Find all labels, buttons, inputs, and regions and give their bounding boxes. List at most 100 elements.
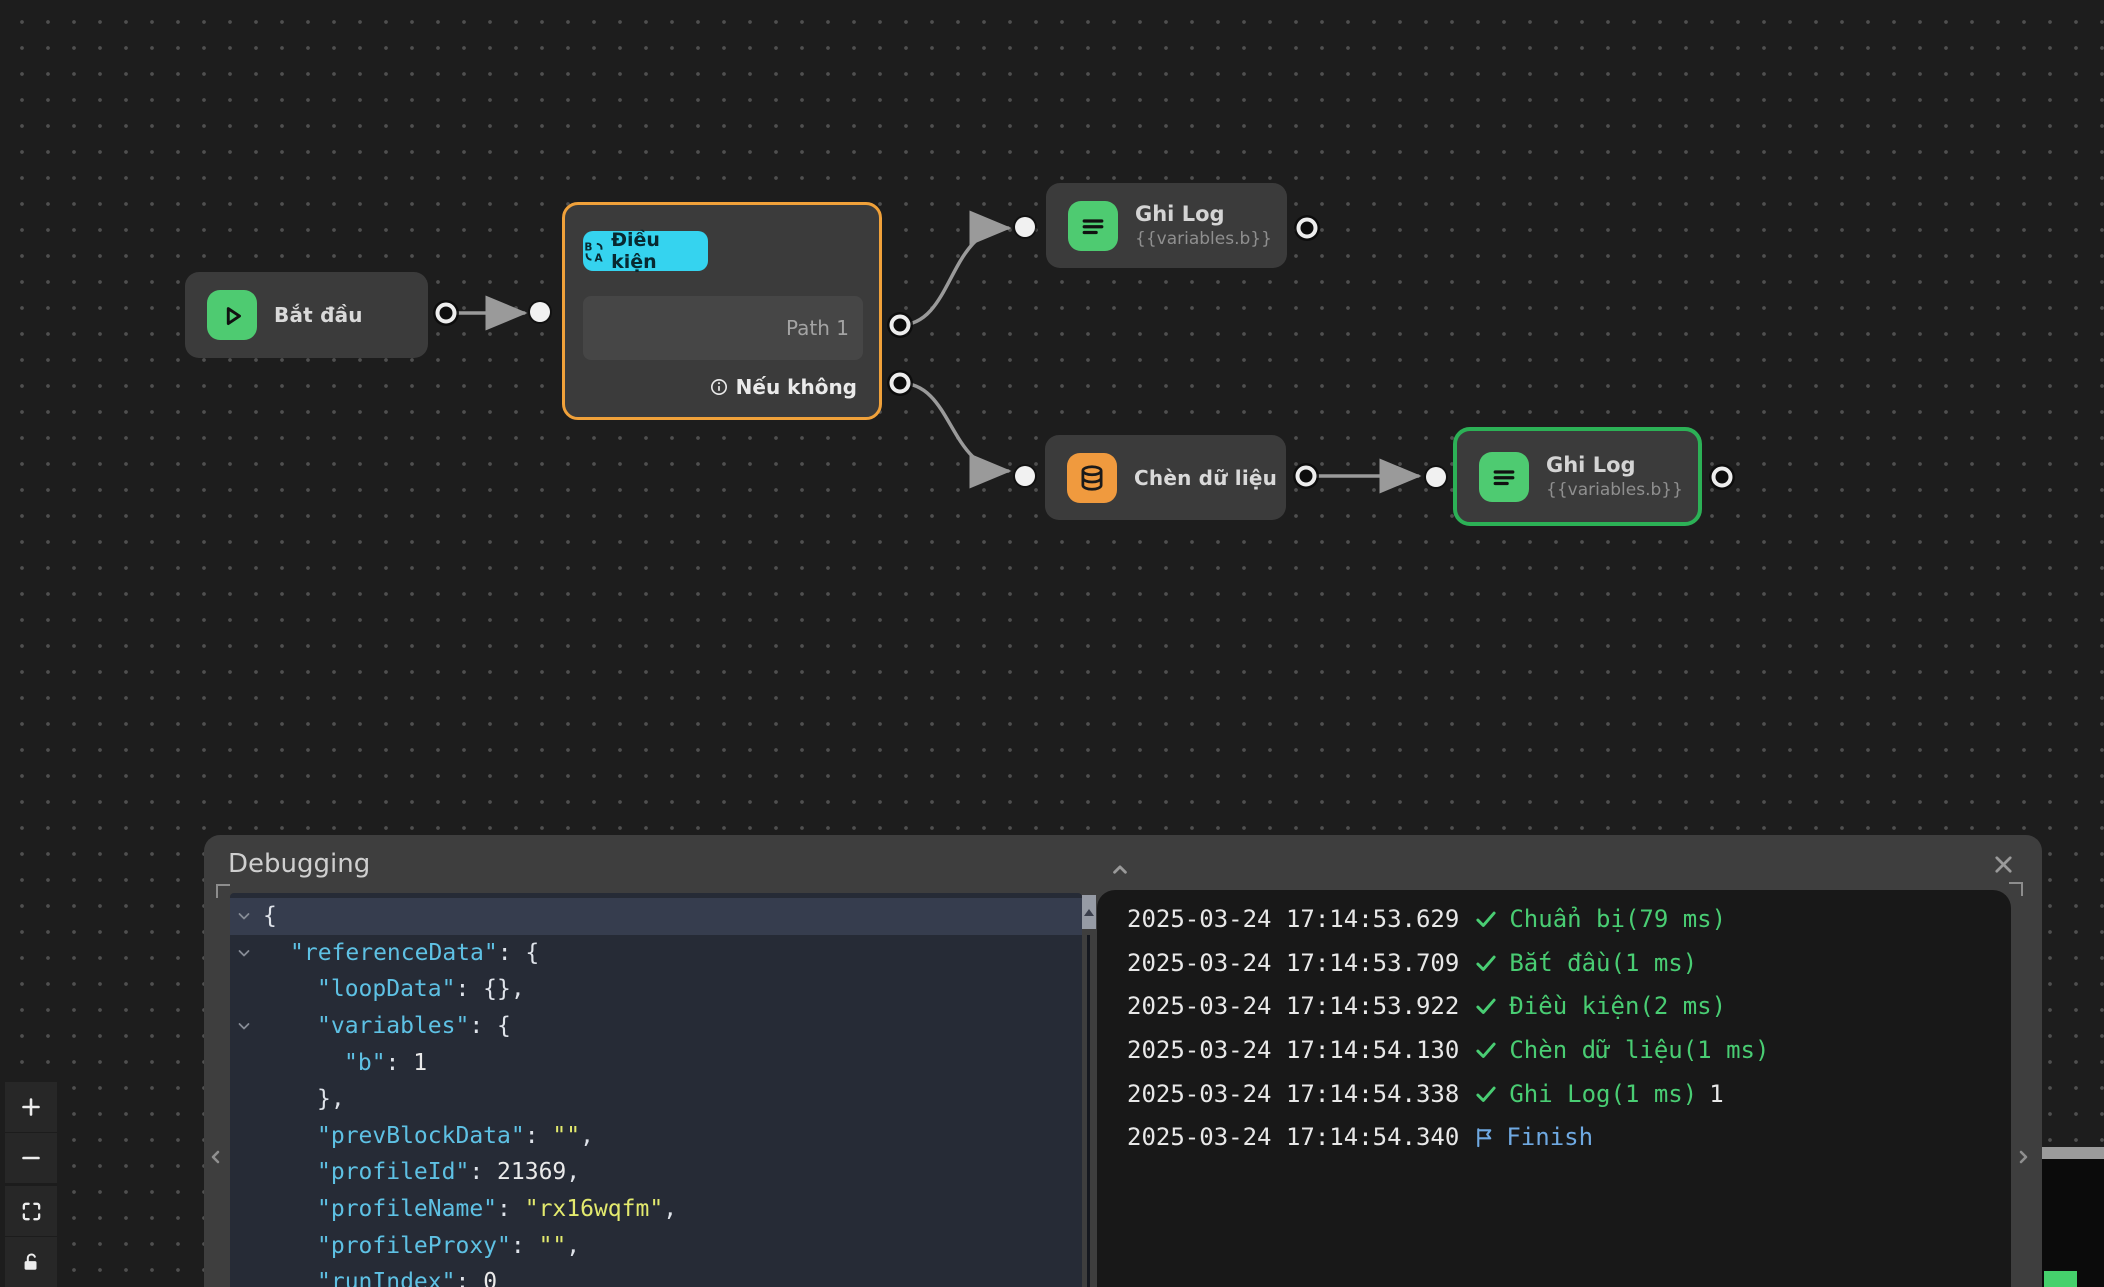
json-line[interactable]: { — [230, 898, 1082, 935]
log-entry[interactable]: 2025-03-24 17:14:54.340Finish — [1127, 1115, 2011, 1159]
log-label: Điều kiện(2 ms) — [1509, 992, 1726, 1020]
debug-panel: Debugging {"referenceData": {"loopData":… — [204, 835, 2042, 1287]
port-log2-output[interactable] — [1712, 467, 1733, 488]
json-line[interactable]: "prevBlockData": "", — [230, 1118, 1082, 1155]
close-icon — [1990, 851, 2017, 878]
json-line[interactable]: "loopData": {}, — [230, 971, 1082, 1008]
node-log-1-title: Ghi Log — [1135, 202, 1272, 226]
node-start[interactable]: Bắt đầu — [185, 272, 428, 358]
node-log-2-title: Ghi Log — [1546, 453, 1683, 477]
checkmark-icon — [1473, 1081, 1499, 1107]
json-panel-resize-corner[interactable] — [216, 884, 230, 898]
mini-window-green-block — [2044, 1271, 2077, 1287]
log-timestamp: 2025-03-24 17:14:54.130 — [1127, 1036, 1459, 1064]
execution-log[interactable]: 2025-03-24 17:14:53.629Chuẩn bị(79 ms)20… — [1097, 890, 2011, 1287]
node-log-2-subtitle: {{variables.b}} — [1546, 480, 1683, 500]
port-start-output[interactable] — [436, 303, 457, 324]
log-timestamp: 2025-03-24 17:14:54.338 — [1127, 1080, 1459, 1108]
json-code: }, — [230, 1086, 345, 1112]
panel-scroll-right-button[interactable] — [2010, 1144, 2036, 1170]
port-condition-input[interactable] — [530, 302, 550, 322]
json-scrollbar[interactable] — [1082, 893, 1096, 1287]
mini-window-titlebar[interactable] — [2042, 1147, 2104, 1159]
port-condition-else-output[interactable] — [890, 373, 911, 394]
port-log2-input[interactable] — [1426, 467, 1446, 487]
node-insert-data[interactable]: Chèn dữ liệu — [1045, 435, 1286, 520]
node-condition[interactable]: B A Điều kiện Path 1 Nếu không — [562, 202, 882, 420]
json-line[interactable]: }, — [230, 1081, 1082, 1118]
workflow-editor: Bắt đầu B A Điều kiện Path 1 — [0, 0, 2104, 1287]
json-viewer[interactable]: { "referenceData": { "loopData": {}, "varia… — [230, 893, 1082, 1287]
collapse-chevron-icon[interactable] — [236, 1018, 252, 1034]
unlock-icon — [20, 1251, 42, 1273]
log-entry[interactable]: 2025-03-24 17:14:54.338 Ghi Log(1 ms) 1 — [1127, 1072, 2011, 1116]
checkmark-icon — [1473, 950, 1499, 976]
log-entry[interactable]: 2025-03-24 17:14:53.629Chuẩn bị(79 ms) — [1127, 897, 2011, 941]
node-log-1-subtitle: {{variables.b}} — [1135, 229, 1272, 249]
condition-else-row[interactable]: Nếu không — [710, 375, 857, 399]
node-log-2-selected[interactable]: Ghi Log {{variables.b}} — [1453, 427, 1702, 526]
condition-path-label: Path 1 — [786, 316, 849, 340]
json-line[interactable]: "referenceData": { — [230, 935, 1082, 972]
collapse-chevron-icon[interactable] — [236, 908, 252, 924]
condition-path-row[interactable]: Path 1 — [583, 296, 863, 360]
zoom-out-button[interactable] — [5, 1133, 57, 1184]
json-code: "referenceData": { — [230, 940, 539, 966]
chevron-right-icon — [2011, 1145, 2035, 1169]
json-line[interactable]: "profileProxy": "", — [230, 1227, 1082, 1264]
log-label: Finish — [1506, 1123, 1593, 1151]
condition-badge-label: Điều kiện — [611, 229, 708, 273]
log-label: Chèn dữ liệu(1 ms) — [1509, 1036, 1769, 1064]
json-code: "loopData": {}, — [230, 976, 525, 1002]
log-label: Bắt đầu(1 ms) — [1509, 949, 1697, 977]
port-insert-input[interactable] — [1015, 466, 1035, 486]
edge-condition-to-insert[interactable] — [900, 383, 1008, 471]
port-condition-path1-output[interactable] — [890, 315, 911, 336]
collapse-panel-button[interactable] — [1103, 852, 1137, 886]
collapse-chevron-icon[interactable] — [236, 945, 252, 961]
triangle-up-icon — [1084, 909, 1094, 916]
node-start-title: Bắt đầu — [274, 303, 363, 327]
scroll-up-button[interactable] — [1082, 895, 1096, 929]
list-lines-icon — [1479, 452, 1529, 502]
list-lines-icon — [1068, 201, 1118, 251]
condition-badge[interactable]: B A Điều kiện — [583, 231, 708, 271]
close-panel-button[interactable] — [1986, 847, 2020, 881]
log-entry[interactable]: 2025-03-24 17:14:54.130 Chèn dữ liệu(1 ms… — [1127, 1028, 2011, 1072]
chevron-left-icon — [204, 1145, 228, 1169]
svg-text:A: A — [594, 252, 603, 262]
fit-view-icon — [20, 1200, 43, 1223]
json-line[interactable]: "profileId": 21369, — [230, 1154, 1082, 1191]
fit-view-button[interactable] — [5, 1186, 57, 1237]
ab-branch-icon: B A — [583, 240, 605, 263]
json-code: "profileId": 21369, — [230, 1159, 580, 1185]
panel-scroll-left-button[interactable] — [203, 1144, 229, 1170]
json-code: "variables": { — [230, 1013, 511, 1039]
log-entry[interactable]: 2025-03-24 17:14:53.709 Bắt đầu(1 ms) — [1127, 941, 2011, 985]
port-log1-output[interactable] — [1297, 218, 1318, 239]
condition-else-label: Nếu không — [736, 375, 857, 399]
log-panel-resize-corner[interactable] — [2009, 882, 2023, 896]
svg-text:B: B — [584, 241, 592, 253]
json-rows: { "referenceData": { "loopData": {}, "varia… — [230, 893, 1082, 1287]
json-line[interactable]: "profileName": "rx16wqfm", — [230, 1191, 1082, 1228]
zoom-in-button[interactable] — [5, 1082, 57, 1133]
log-timestamp: 2025-03-24 17:14:53.629 — [1127, 905, 1459, 933]
json-line[interactable]: "runIndex": 0 — [230, 1264, 1082, 1287]
lock-toggle-button[interactable] — [5, 1237, 57, 1287]
port-insert-output[interactable] — [1296, 466, 1317, 487]
log-timestamp: 2025-03-24 17:14:53.922 — [1127, 992, 1459, 1020]
log-extra-value: 1 — [1709, 1080, 1723, 1108]
docked-window-preview[interactable] — [2042, 1147, 2104, 1287]
json-line[interactable]: "b": 1 — [230, 1044, 1082, 1081]
log-timestamp: 2025-03-24 17:14:53.709 — [1127, 949, 1459, 977]
checkmark-icon — [1473, 1037, 1499, 1063]
edge-condition-to-log1[interactable] — [900, 228, 1008, 325]
play-icon — [207, 290, 257, 340]
scrollbar-track[interactable] — [1087, 935, 1090, 1287]
log-label: Ghi Log(1 ms) — [1509, 1080, 1697, 1108]
node-log-1[interactable]: Ghi Log {{variables.b}} — [1046, 183, 1287, 268]
log-entry[interactable]: 2025-03-24 17:14:53.922 Điều kiện(2 ms) — [1127, 984, 2011, 1028]
port-log1-input[interactable] — [1015, 217, 1035, 237]
json-line[interactable]: "variables": { — [230, 1008, 1082, 1045]
